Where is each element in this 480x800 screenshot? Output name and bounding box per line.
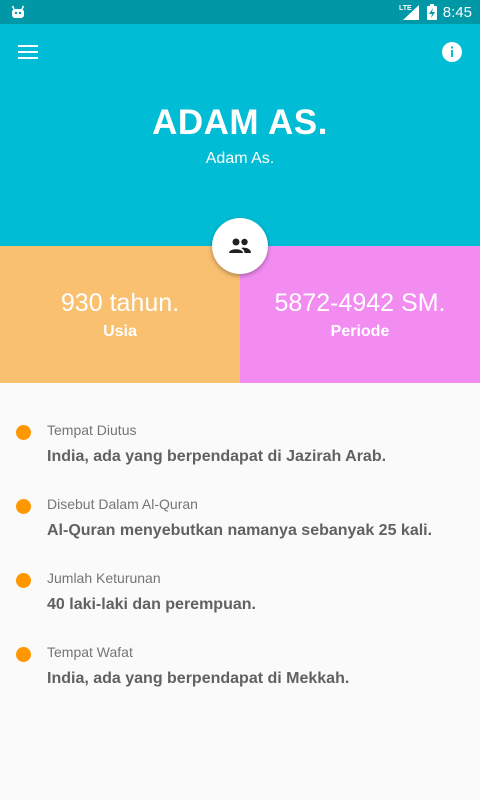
detail-key: Tempat Wafat	[47, 644, 133, 660]
menu-icon	[18, 45, 38, 59]
android-robot-icon	[11, 5, 25, 18]
menu-button[interactable]	[10, 34, 46, 70]
age-label: Usia	[103, 323, 137, 340]
family-fab-button[interactable]	[212, 218, 268, 274]
age-value: 930 tahun.	[60, 289, 180, 317]
people-icon	[229, 238, 251, 253]
bullet-dot	[16, 647, 31, 662]
info-button[interactable]	[434, 34, 470, 70]
page-title: ADAM AS.	[152, 103, 328, 142]
network-type-label: LTE	[399, 5, 412, 12]
info-icon	[442, 42, 462, 62]
status-bar: LTE 8:45	[0, 0, 480, 24]
detail-key: Tempat Diutus	[47, 422, 137, 438]
page-subtitle: Adam As.	[205, 150, 275, 167]
detail-key: Disebut Dalam Al-Quran	[47, 496, 198, 512]
detail-key: Jumlah Keturunan	[47, 570, 161, 586]
bullet-dot	[16, 499, 31, 514]
header: ADAM AS. Adam As.	[0, 24, 480, 246]
period-card: 5872-4942 SM. Periode	[240, 246, 480, 383]
detail-value: India, ada yang berpendapat di Mekkah.	[47, 670, 350, 687]
period-label: Periode	[330, 323, 390, 340]
age-card: 930 tahun. Usia	[0, 246, 240, 383]
detail-item-tempat-diutus: Tempat Diutus India, ada yang berpendapa…	[0, 383, 480, 465]
battery-charging-icon	[426, 4, 437, 20]
bullet-dot	[16, 573, 31, 588]
detail-item-jumlah-keturunan: Jumlah Keturunan 40 laki-laki dan peremp…	[0, 531, 480, 613]
detail-item-disebut-dalam-al-quran: Disebut Dalam Al-Quran Al-Quran menyebut…	[0, 457, 480, 539]
status-time: 8:45	[442, 3, 472, 21]
signal-icon: LTE	[399, 5, 419, 20]
period-value: 5872-4942 SM.	[274, 289, 446, 317]
detail-item-tempat-wafat: Tempat Wafat India, ada yang berpendapat…	[0, 605, 480, 687]
bullet-dot	[16, 425, 31, 440]
